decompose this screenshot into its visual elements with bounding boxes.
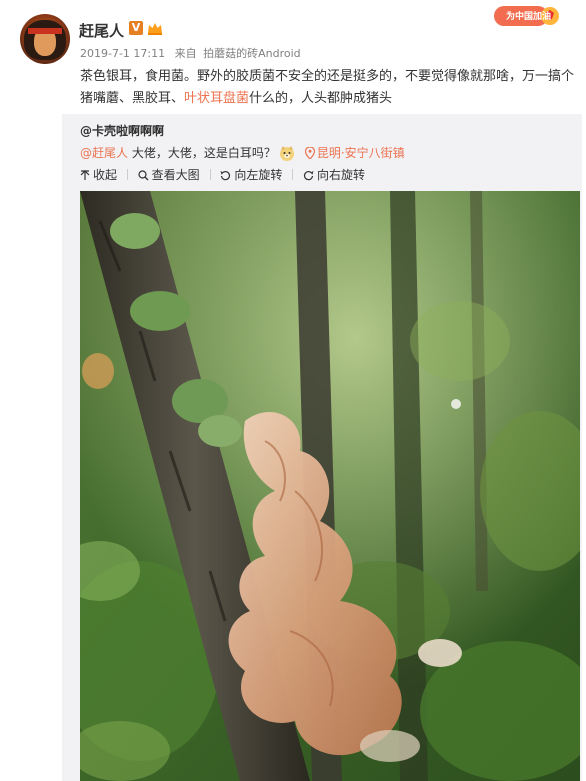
post-meta: 2019-7-1 17:11 来自 拍蘑菇的砖Android [80, 45, 307, 61]
image-toolbar: 收起 查看大图 向左旋转 向右旋转 [80, 166, 371, 184]
rotate-right-label: 向右旋转 [317, 168, 366, 182]
user-avatar[interactable] [20, 14, 70, 64]
v-badge-icon[interactable]: V [129, 21, 143, 35]
arrow-up-icon [80, 170, 90, 180]
rotate-left-icon [220, 171, 231, 181]
rotate-left-label: 向左旋转 [234, 168, 283, 182]
toolbar-divider [292, 169, 294, 180]
magnifier-icon [138, 170, 149, 181]
post-source-prefix: 来自 [174, 47, 197, 60]
member-crown-icon[interactable] [147, 20, 163, 36]
rotate-right-button[interactable]: 向右旋转 [303, 166, 365, 183]
post-time[interactable]: 2019-7-1 17:11 [80, 47, 165, 60]
collapse-label: 收起 [93, 168, 118, 182]
repost-line: @赶尾人 大佬，大佬，这是白耳吗？ 昆明·安宁八街镇 [80, 144, 405, 161]
toolbar-divider [209, 169, 211, 180]
location-pin-icon [304, 147, 315, 159]
view-large-label: 查看大图 [151, 168, 200, 182]
post-username[interactable]: 赶尾人 [79, 20, 124, 41]
repost-location[interactable]: 昆明·安宁八街镇 [317, 146, 405, 160]
rotate-left-button[interactable]: 向左旋转 [220, 166, 282, 183]
post-photo-fungus-on-branch[interactable] [80, 191, 580, 781]
doge-emoji-icon [279, 146, 294, 161]
promo-text: 为中国加油 [506, 12, 552, 22]
rotate-right-icon [304, 171, 314, 181]
collapse-button[interactable]: 收起 [80, 166, 117, 183]
toolbar-divider [126, 169, 128, 180]
post-topic-link[interactable]: 叶状耳盘菌 [184, 91, 249, 106]
repost-text: 大佬，大佬，这是白耳吗？ [128, 146, 276, 160]
weibo-post: 赶尾人 V 2019-7-1 17:11 来自 拍蘑菇的砖Android 为中国… [0, 0, 586, 781]
view-large-button[interactable]: 查看大图 [138, 166, 200, 183]
repost-original-user[interactable]: @卡壳啦啊啊啊 [80, 122, 164, 139]
repost-mention[interactable]: @赶尾人 [80, 146, 128, 160]
post-content: 茶色银耳，食用菌。野外的胶质菌不安全的还是挺多的，不要觉得像就那啥，万一搞个猪嘴… [80, 66, 576, 110]
post-source[interactable]: 拍蘑菇的砖Android [203, 47, 301, 60]
post-text-part2: 什么的，人头都肿成猪头 [249, 91, 393, 106]
